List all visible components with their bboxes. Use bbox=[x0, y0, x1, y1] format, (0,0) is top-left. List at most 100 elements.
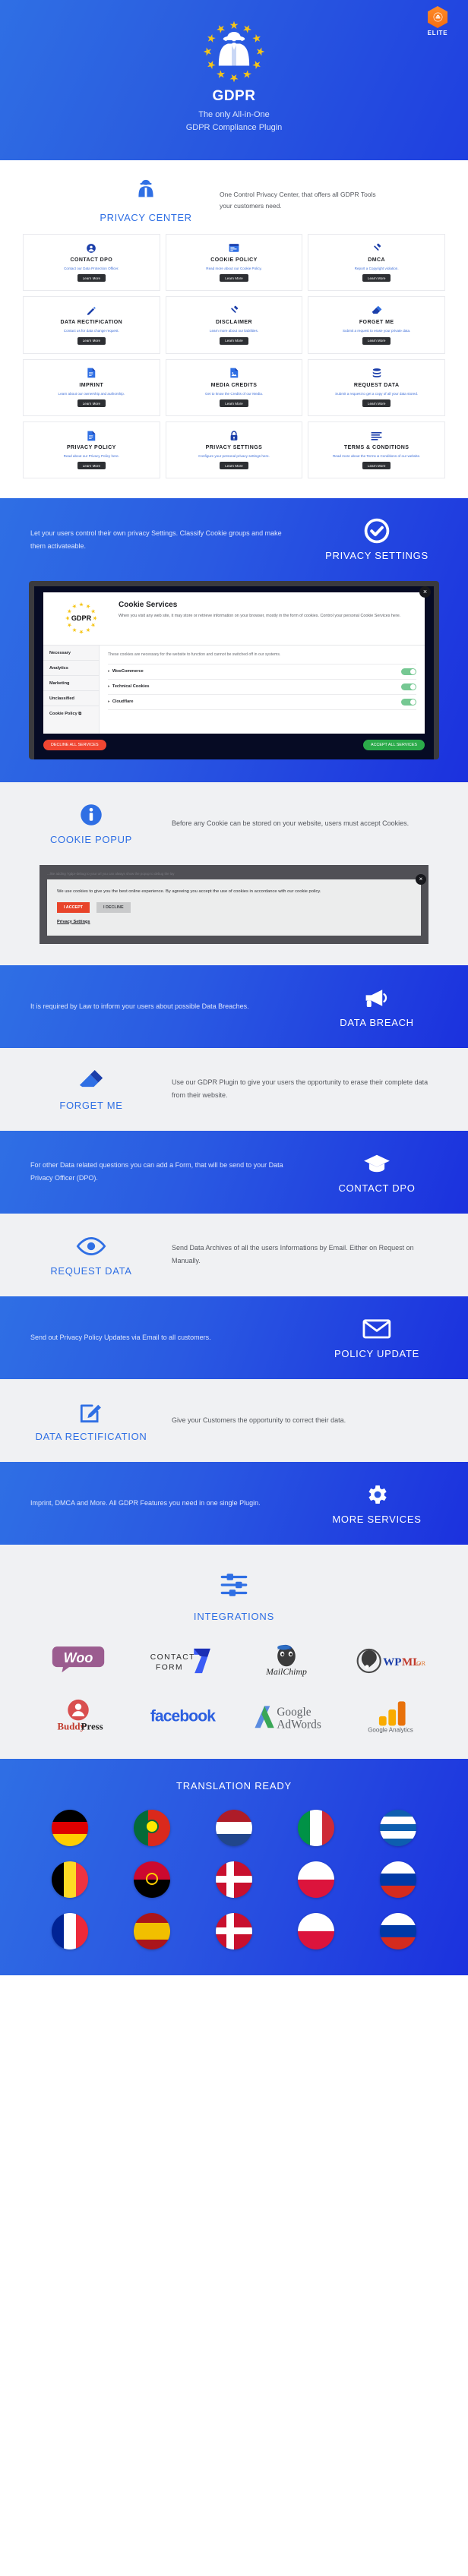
service-name[interactable]: Technical Cookies bbox=[108, 684, 150, 689]
privacy-card-data-rectification[interactable]: DATA RECTIFICATION Contact us for data c… bbox=[23, 296, 160, 354]
privacy-card-request-data[interactable]: REQUEST DATA Submit a request to get a c… bbox=[308, 358, 445, 417]
flag-grid bbox=[0, 1792, 468, 1949]
card-desc: Learn more about our liabilities. bbox=[209, 329, 259, 333]
privacy-card-dmca[interactable]: DMCA Report a Copyright violation. Learn… bbox=[308, 234, 445, 292]
tab-marketing[interactable]: Marketing bbox=[43, 676, 99, 692]
modal-header: GDPR Cookie Services When you visit any … bbox=[43, 592, 425, 645]
tab-cookie-policy[interactable]: Cookie Policy ⧉ bbox=[43, 706, 99, 721]
band-feature: REQUEST DATA bbox=[30, 1233, 152, 1277]
service-row: WooCommerce bbox=[108, 663, 416, 679]
band-feature: MORE SERVICES bbox=[316, 1482, 438, 1525]
privacy-card-contact-dpo[interactable]: CONTACT DPO Contact our Data Protection … bbox=[23, 234, 160, 292]
pane-note: These cookies are necessary for the webs… bbox=[108, 652, 281, 658]
gavel-icon bbox=[372, 242, 382, 254]
service-name[interactable]: WooCommerce bbox=[108, 669, 144, 674]
learn-more-button[interactable]: Learn More bbox=[77, 336, 106, 345]
graduation-cap-icon bbox=[316, 1151, 438, 1176]
band-text: Give your Customers the opportunity to c… bbox=[172, 1416, 346, 1424]
band-text: For other Data related questions you can… bbox=[30, 1161, 283, 1182]
card-desc: Get to know the Credits of our Media. bbox=[204, 391, 264, 396]
list-lines-icon bbox=[371, 430, 382, 441]
mailchimp-logo: MailChimp bbox=[256, 1643, 317, 1678]
svg-text:W: W bbox=[383, 1656, 394, 1668]
card-title: DISCLAIMER bbox=[215, 320, 253, 326]
close-icon[interactable]: × bbox=[419, 586, 431, 598]
learn-more-button[interactable]: Learn More bbox=[362, 462, 391, 470]
integrations-section: INTEGRATIONS Woo CONTACT FORM MailChimp W… bbox=[0, 1544, 468, 1759]
learn-more-button[interactable]: Learn More bbox=[220, 399, 248, 408]
document-icon bbox=[87, 368, 96, 379]
envelope-icon bbox=[316, 1316, 438, 1342]
service-name[interactable]: Cloudflare bbox=[108, 699, 134, 704]
privacy-center-title: PRIVACY CENTER bbox=[100, 212, 192, 224]
tab-analytics[interactable]: Analytics bbox=[43, 661, 99, 677]
tab-necessary[interactable]: Necessary bbox=[43, 646, 99, 661]
close-icon[interactable]: × bbox=[416, 873, 426, 885]
modal-header-text: Cookie Services When you visit any web s… bbox=[119, 601, 415, 636]
svg-text:Woo: Woo bbox=[63, 1649, 93, 1665]
band-title: FORGET ME bbox=[59, 1099, 123, 1111]
card-desc: Submit a request to get a copy of all yo… bbox=[335, 391, 419, 396]
privacy-card-privacy-policy[interactable]: PRIVACY POLICY Read about our Privacy Po… bbox=[23, 421, 160, 479]
privacy-settings-link[interactable]: Privacy Settings bbox=[57, 920, 90, 924]
learn-more-button[interactable]: Learn More bbox=[220, 274, 248, 283]
privacy-card-disclaimer[interactable]: DISCLAIMER Learn more about our liabilit… bbox=[165, 296, 303, 354]
sliders-icon bbox=[0, 1569, 468, 1605]
card-title: PRIVACY SETTINGS bbox=[205, 445, 263, 451]
accept-button[interactable]: I ACCEPT bbox=[57, 901, 90, 913]
privacy-card-imprint[interactable]: IMPRINT Learn about our ownership and au… bbox=[23, 358, 160, 417]
flag-poland-2 bbox=[298, 1912, 334, 1949]
learn-more-button[interactable]: Learn More bbox=[77, 462, 106, 470]
privacy-card-terms-conditions[interactable]: TERMS & CONDITIONS Read more about the T… bbox=[308, 421, 445, 479]
svg-text:CONTACT: CONTACT bbox=[150, 1653, 194, 1662]
hero-subtitle: The only All-in-One GDPR Compliance Plug… bbox=[0, 109, 468, 134]
decline-button[interactable]: I DECLINE bbox=[96, 901, 131, 913]
band-text: Send Data Archives of all the users Info… bbox=[172, 1244, 414, 1265]
cookie-services-screenshot: × GDPR Cookie Services When you visit an… bbox=[0, 581, 468, 781]
band-text: Imprint, DMCA and More. All GDPR Feature… bbox=[30, 1498, 261, 1507]
learn-more-button[interactable]: Learn More bbox=[220, 336, 248, 345]
band-contact-dpo: CONTACT DPO For other Data related quest… bbox=[0, 1130, 468, 1214]
gear-icon bbox=[316, 1482, 438, 1507]
service-toggle[interactable] bbox=[401, 683, 416, 690]
band-text: Let your users control their own privacy… bbox=[30, 529, 282, 550]
band-request-data: REQUEST DATA Send Data Archives of all t… bbox=[0, 1213, 468, 1296]
eraser-icon bbox=[371, 305, 382, 316]
learn-more-button[interactable]: Learn More bbox=[362, 336, 391, 345]
eye-icon bbox=[30, 1233, 152, 1259]
learn-more-button[interactable]: Learn More bbox=[362, 274, 391, 283]
modal-paragraph: When you visit any web site, it may stor… bbox=[119, 614, 401, 619]
privacy-card-cookie-policy[interactable]: COOKIE POLICY Read more about our Cookie… bbox=[165, 234, 303, 292]
service-toggle[interactable] bbox=[401, 698, 416, 706]
band-text: Use our GDPR Plugin to give your users t… bbox=[172, 1078, 428, 1100]
flag-poland bbox=[298, 1861, 334, 1898]
band-more-services: MORE SERVICES Imprint, DMCA and More. Al… bbox=[0, 1461, 468, 1545]
service-toggle[interactable] bbox=[401, 668, 416, 675]
tab-unclassified[interactable]: Unclassified bbox=[43, 691, 99, 707]
learn-more-button[interactable]: Learn More bbox=[77, 399, 106, 408]
privacy-card-privacy-settings[interactable]: PRIVACY SETTINGS Configure your personal… bbox=[165, 421, 303, 479]
flag-belgium bbox=[52, 1861, 88, 1898]
wpml-logo: WPML.ORG bbox=[356, 1643, 425, 1678]
learn-more-button[interactable]: Learn More bbox=[362, 399, 391, 408]
accept-all-button[interactable]: ACCEPT ALL SERVICES bbox=[362, 739, 425, 750]
privacy-card-media-credits[interactable]: MEDIA CREDITS Get to know the Credits of… bbox=[165, 358, 303, 417]
privacy-center-description: One Control Privacy Center, that offers … bbox=[220, 191, 376, 210]
band-title: DATA RECTIFICATION bbox=[35, 1430, 147, 1442]
debug-note: ...like adding ?gdpr-debug to your url y… bbox=[47, 871, 175, 876]
learn-more-button[interactable]: Learn More bbox=[77, 274, 106, 283]
card-title: COOKIE POLICY bbox=[210, 257, 258, 264]
svg-text:Google Analytics: Google Analytics bbox=[368, 1726, 413, 1733]
learn-more-button[interactable]: Learn More bbox=[220, 462, 248, 470]
card-title: IMPRINT bbox=[79, 382, 104, 388]
google-adwords-logo: Google AdWords bbox=[251, 1698, 322, 1733]
privacy-center-card-grid: CONTACT DPO Contact our Data Protection … bbox=[0, 223, 468, 479]
flag-spain bbox=[134, 1912, 170, 1949]
decline-all-button[interactable]: DECLINE ALL SERVICES bbox=[43, 739, 106, 750]
category-pane: These cookies are necessary for the webs… bbox=[100, 646, 425, 733]
buddypress-logo: Buddy Press bbox=[53, 1698, 103, 1733]
flag-germany bbox=[52, 1809, 88, 1846]
band-feature: COOKIE POPUP bbox=[30, 802, 152, 845]
privacy-card-forget-me[interactable]: FORGET ME Submit a request to erase your… bbox=[308, 296, 445, 354]
cookie-banner-screenshot: ...like adding ?gdpr-debug to your url y… bbox=[0, 864, 468, 965]
